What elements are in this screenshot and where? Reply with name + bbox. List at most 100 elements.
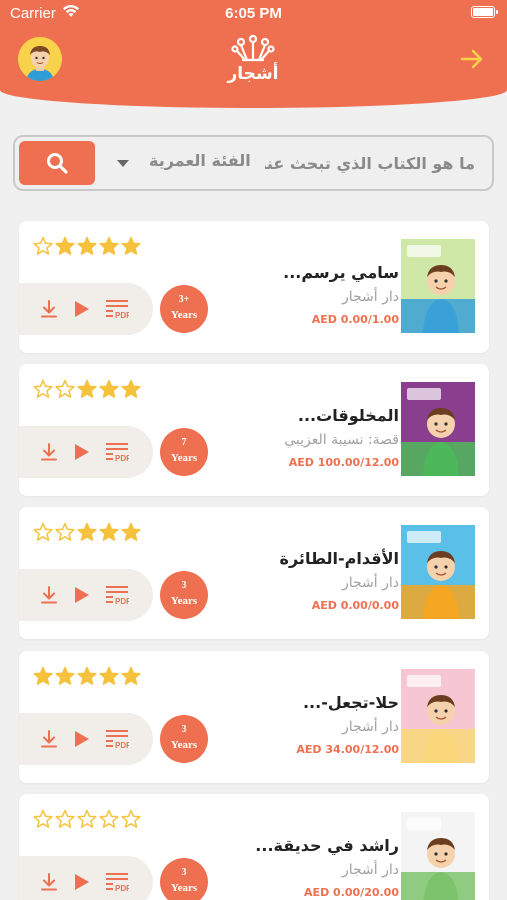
- svg-text:PDF: PDF: [115, 454, 129, 463]
- age-value: 3: [181, 724, 187, 735]
- play-icon[interactable]: [73, 585, 91, 605]
- book-title[interactable]: سامي يرسم...: [283, 263, 399, 282]
- book-cover-illustration: [401, 669, 475, 763]
- book-price: AED 0.00/0.00: [311, 599, 399, 612]
- play-icon[interactable]: [73, 299, 91, 319]
- pdf-icon[interactable]: PDF: [105, 297, 129, 321]
- book-title[interactable]: الأقدام-الطائرة: [280, 549, 399, 568]
- logo-text: أشجار: [227, 64, 279, 84]
- age-badge: 3+ Years: [160, 285, 208, 333]
- star-filled-icon: [121, 522, 141, 541]
- age-badge: 7 Years: [160, 428, 208, 476]
- pdf-icon[interactable]: PDF: [105, 440, 129, 464]
- search-bar: الفئة العمرية: [13, 135, 494, 191]
- download-icon[interactable]: [39, 585, 59, 605]
- age-unit: Years: [170, 882, 198, 894]
- star-filled-icon: [99, 236, 119, 255]
- clock: 6:05 PM: [225, 5, 282, 22]
- book-author: دار أشجار: [341, 575, 399, 591]
- search-input[interactable]: [265, 147, 475, 179]
- book-author: دار أشجار: [341, 862, 399, 878]
- search-button[interactable]: [19, 141, 95, 185]
- app-header: Carrier 6:05 PM أشجار: [0, 0, 507, 108]
- forward-arrow-button[interactable]: [459, 46, 485, 72]
- star-filled-icon: [77, 379, 97, 398]
- age-badge: 3 Years: [160, 571, 208, 619]
- pdf-icon[interactable]: PDF: [105, 583, 129, 607]
- age-filter-dropdown[interactable]: الفئة العمرية: [149, 151, 251, 170]
- tree-logo-icon: [231, 34, 275, 62]
- star-outline-icon: [55, 809, 75, 828]
- star-outline-icon: [77, 809, 97, 828]
- book-card[interactable]: PDF 7 Years المخلوقات... قصة: نسيبة العز…: [19, 364, 489, 496]
- star-filled-icon: [77, 522, 97, 541]
- book-card[interactable]: PDF 3 Years حلا-تجعل-... دار أشجار AED 3…: [19, 651, 489, 783]
- star-filled-icon: [55, 666, 75, 685]
- star-filled-icon: [55, 236, 75, 255]
- download-icon[interactable]: [39, 442, 59, 462]
- book-cover[interactable]: [401, 382, 475, 476]
- book-author: قصة: نسيبة العزيبي: [284, 432, 399, 448]
- star-outline-icon: [33, 379, 53, 398]
- star-filled-icon: [99, 666, 119, 685]
- book-title[interactable]: حلا-تجعل-...: [303, 693, 399, 712]
- age-unit: Years: [170, 595, 198, 607]
- age-unit: Years: [170, 452, 198, 464]
- download-icon[interactable]: [39, 729, 59, 749]
- play-icon[interactable]: [73, 872, 91, 892]
- book-actions: PDF: [19, 713, 153, 765]
- age-unit: Years: [170, 739, 198, 751]
- svg-text:PDF: PDF: [115, 884, 129, 893]
- star-outline-icon: [55, 379, 75, 398]
- star-outline-icon: [99, 809, 119, 828]
- star-filled-icon: [33, 666, 53, 685]
- star-outline-icon: [33, 236, 53, 255]
- svg-text:PDF: PDF: [115, 741, 129, 750]
- age-badge: 3 Years: [160, 858, 208, 900]
- status-bar: Carrier 6:05 PM: [0, 0, 507, 28]
- star-filled-icon: [121, 379, 141, 398]
- star-filled-icon: [121, 666, 141, 685]
- book-cover-illustration: [401, 812, 475, 900]
- star-outline-icon: [121, 809, 141, 828]
- book-cover[interactable]: [401, 239, 475, 333]
- book-cover[interactable]: [401, 525, 475, 619]
- download-icon[interactable]: [39, 299, 59, 319]
- book-card[interactable]: PDF 3+ Years سامي يرسم... دار أشجار AED …: [19, 221, 489, 353]
- download-icon[interactable]: [39, 872, 59, 892]
- book-price: AED 100.00/12.00: [288, 456, 399, 469]
- book-cover[interactable]: [401, 669, 475, 763]
- play-icon[interactable]: [73, 442, 91, 462]
- book-title[interactable]: المخلوقات...: [298, 406, 399, 425]
- star-outline-icon: [33, 522, 53, 541]
- profile-avatar[interactable]: [18, 37, 62, 81]
- pdf-icon[interactable]: PDF: [105, 727, 129, 751]
- book-price: AED 0.00/1.00: [311, 313, 399, 326]
- book-price: AED 0.00/20.00: [304, 886, 399, 899]
- book-title[interactable]: راشد في حديقة...: [255, 836, 399, 855]
- book-card[interactable]: PDF 3 Years الأقدام-الطائرة دار أشجار AE…: [19, 507, 489, 639]
- svg-text:PDF: PDF: [115, 311, 129, 320]
- star-filled-icon: [121, 236, 141, 255]
- age-value: 7: [181, 437, 187, 448]
- pdf-icon[interactable]: PDF: [105, 870, 129, 894]
- book-actions: PDF: [19, 856, 153, 900]
- chevron-down-icon[interactable]: [117, 160, 129, 167]
- age-value: 3: [181, 867, 187, 878]
- book-card[interactable]: PDF 3 Years راشد في حديقة... دار أشجار A…: [19, 794, 489, 900]
- book-actions: PDF: [19, 569, 153, 621]
- battery-icon: [471, 6, 498, 18]
- age-value: 3: [181, 580, 187, 591]
- book-author: دار أشجار: [341, 289, 399, 305]
- age-badge: 3 Years: [160, 715, 208, 763]
- book-actions: PDF: [19, 426, 153, 478]
- play-icon[interactable]: [73, 729, 91, 749]
- age-unit: Years: [170, 309, 198, 321]
- svg-text:PDF: PDF: [115, 597, 129, 606]
- book-cover[interactable]: [401, 812, 475, 900]
- search-icon: [47, 153, 68, 174]
- book-cover-illustration: [401, 382, 475, 476]
- book-actions: PDF: [19, 283, 153, 335]
- star-filled-icon: [99, 522, 119, 541]
- book-author: دار أشجار: [341, 719, 399, 735]
